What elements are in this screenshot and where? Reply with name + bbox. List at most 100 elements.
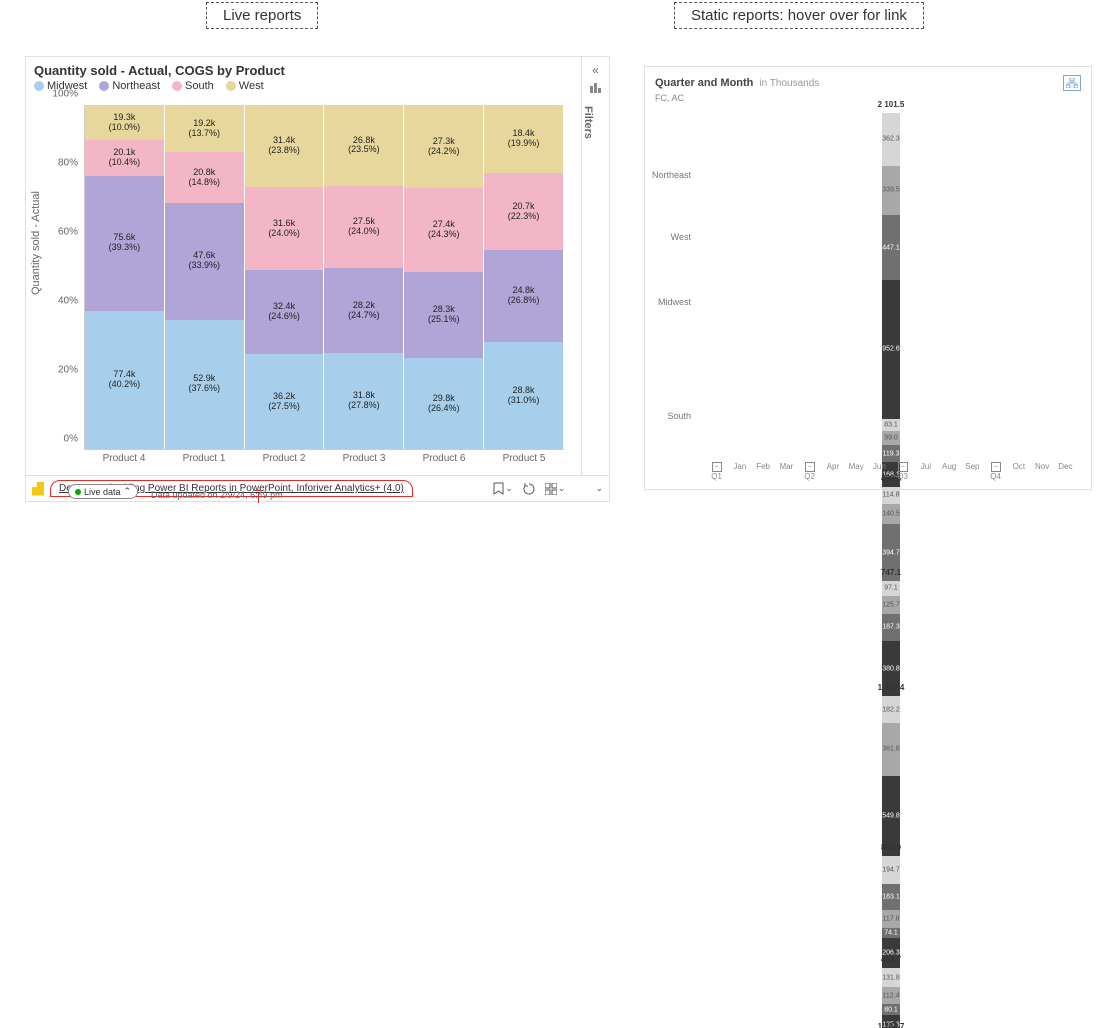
bar-segment[interactable]: 112.4 bbox=[882, 987, 900, 1003]
bar-segment[interactable]: 47.6k(33.9%) bbox=[165, 203, 244, 320]
x-tick: Apr bbox=[821, 462, 844, 482]
legend: Midwest Northeast South West bbox=[26, 80, 609, 98]
y-tick: 40% bbox=[58, 296, 78, 307]
stacked-bar-chart[interactable]: 77.4k(40.2%)75.6k(39.3%)20.1k(10.4%)19.3… bbox=[84, 105, 564, 450]
swatch-west bbox=[226, 81, 236, 91]
bar-segment[interactable]: 52.9k(37.6%) bbox=[165, 320, 244, 449]
reset-button[interactable] bbox=[523, 483, 535, 495]
annotation-marker bbox=[258, 493, 259, 503]
bar-segment[interactable]: 447.1 bbox=[882, 215, 900, 280]
bar-segment[interactable]: 117.8 bbox=[882, 910, 900, 927]
quarter-drill-icon[interactable]: − bbox=[805, 462, 815, 472]
bar-segment[interactable]: 27.5k(24.0%) bbox=[324, 186, 403, 269]
bar-column[interactable]: 77.4k(40.2%)75.6k(39.3%)20.1k(10.4%)19.3… bbox=[85, 105, 165, 449]
x-tick: Product 6 bbox=[404, 453, 484, 471]
bar-column[interactable]: 952.6447.1339.5362.32 101.5 bbox=[705, 113, 1077, 419]
bar-column[interactable]: 29.8k(26.4%)28.3k(25.1%)27.4k(24.3%)27.3… bbox=[404, 105, 484, 449]
section-header-static: Static reports: hover over for link bbox=[674, 2, 924, 29]
bar-segment[interactable]: 18.4k(19.9%) bbox=[484, 105, 563, 173]
bar-segment[interactable]: 339.5 bbox=[882, 166, 900, 215]
bar-total-label: 884.9 bbox=[881, 843, 901, 852]
quarter-drill-icon[interactable]: − bbox=[712, 462, 722, 472]
x-tick: Mar bbox=[775, 462, 798, 482]
bar-segment[interactable]: 27.3k(24.2%) bbox=[404, 105, 483, 188]
bars-icon bbox=[582, 83, 609, 96]
bar-segment[interactable]: 119.3 bbox=[882, 445, 900, 462]
bar-segment[interactable]: 31.8k(27.8%) bbox=[324, 353, 403, 449]
bar-segment[interactable]: 182.2 bbox=[882, 696, 900, 723]
filters-pane-collapsed[interactable]: « Filters bbox=[581, 57, 609, 477]
bar-segment[interactable]: 20.7k(22.3%) bbox=[484, 173, 563, 250]
static-report-card[interactable]: Quarter and Month in Thousands FC, AC No… bbox=[644, 66, 1092, 490]
bar-segment[interactable]: 28.8k(31.0%) bbox=[484, 342, 563, 449]
bar-segment[interactable]: 26.8k(23.5%) bbox=[324, 105, 403, 186]
bar-segment[interactable]: 952.6 bbox=[882, 280, 900, 419]
x-tick: Sep bbox=[961, 462, 984, 482]
bar-segment[interactable]: 131.8 bbox=[882, 968, 900, 987]
y-category-label: West bbox=[671, 232, 691, 242]
bar-segment[interactable]: 77.4k(40.2%) bbox=[85, 311, 164, 449]
bar-segment[interactable]: 31.4k(23.8%) bbox=[245, 105, 324, 187]
legend-item[interactable]: South bbox=[172, 80, 214, 92]
bar-segment[interactable]: 114.8 bbox=[882, 487, 900, 504]
bar-column[interactable]: 52.9k(37.6%)47.6k(33.9%)20.8k(14.8%)19.2… bbox=[165, 105, 245, 449]
y-axis-ticks: 0%20%40%60%80%100% bbox=[52, 105, 82, 450]
swatch-midwest bbox=[34, 81, 44, 91]
bookmark-button[interactable]: ⌄ bbox=[493, 482, 513, 495]
y-axis-category-labels: NortheastWestMidwestSouth bbox=[645, 113, 697, 457]
bar-segment[interactable]: 19.2k(13.7%) bbox=[165, 105, 244, 152]
layout-button[interactable]: ⌄ bbox=[545, 483, 566, 495]
x-tick: Feb bbox=[752, 462, 775, 482]
bar-column[interactable]: 394.7140.5114.8469.5 bbox=[705, 487, 1077, 582]
bar-segment[interactable]: 361.8 bbox=[882, 723, 900, 776]
bar-segment[interactable]: 75.6k(39.3%) bbox=[85, 176, 164, 311]
chart-title: Quarter and Month bbox=[655, 77, 753, 89]
bar-segment[interactable]: 83.1 bbox=[882, 419, 900, 431]
stacked-bar: 380.8187.3125.797.1 bbox=[882, 581, 900, 696]
bar-segment[interactable]: 29.8k(26.4%) bbox=[404, 358, 483, 449]
bar-segment[interactable]: 27.4k(24.3%) bbox=[404, 188, 483, 272]
x-tick: Product 5 bbox=[484, 453, 564, 471]
powerbi-logo-icon bbox=[32, 482, 44, 496]
legend-item[interactable]: West bbox=[226, 80, 264, 92]
bar-segment[interactable]: 28.2k(24.7%) bbox=[324, 268, 403, 353]
bar-column[interactable]: 135.380.1112.4131.8453.7 bbox=[705, 968, 1077, 1028]
bar-column[interactable]: 183.1194.7884.9 bbox=[705, 856, 1077, 911]
bar-segment[interactable]: 80.1 bbox=[882, 1004, 900, 1016]
stacked-column-chart[interactable]: 952.6447.1339.5362.32 101.5168.1119.399.… bbox=[705, 113, 1077, 457]
bar-segment[interactable]: 362.3 bbox=[882, 113, 900, 166]
bar-column[interactable]: 36.2k(27.5%)32.4k(24.6%)31.6k(24.0%)31.4… bbox=[245, 105, 325, 449]
quarter-drill-icon[interactable]: − bbox=[898, 462, 908, 472]
chevron-up-icon: ⌃ bbox=[124, 486, 132, 497]
collapse-icon[interactable]: « bbox=[582, 63, 609, 77]
stacked-bar: 394.7140.5114.8 bbox=[882, 487, 900, 582]
bar-segment[interactable]: 32.4k(24.6%) bbox=[245, 270, 324, 355]
bar-segment[interactable]: 194.7 bbox=[882, 856, 900, 884]
bar-segment[interactable]: 24.8k(26.8%) bbox=[484, 250, 563, 342]
bar-segment[interactable]: 183.1 bbox=[882, 884, 900, 911]
bar-segment[interactable]: 20.1k(10.4%) bbox=[85, 140, 164, 176]
hierarchy-icon[interactable] bbox=[1063, 75, 1081, 91]
bar-segment[interactable]: 125.7 bbox=[882, 596, 900, 614]
more-button[interactable]: ⌄ bbox=[595, 483, 603, 494]
bar-segment[interactable]: 99.0 bbox=[882, 431, 900, 445]
bar-segment[interactable]: 36.2k(27.5%) bbox=[245, 354, 324, 449]
chevron-down-icon: ⌄ bbox=[595, 483, 603, 494]
bar-segment[interactable]: 74.1 bbox=[882, 928, 900, 939]
bar-segment[interactable]: 28.3k(25.1%) bbox=[404, 272, 483, 358]
bar-segment[interactable]: 187.3 bbox=[882, 614, 900, 641]
bar-segment[interactable]: 19.3k(10.0%) bbox=[85, 105, 164, 139]
bar-column[interactable]: 31.8k(27.8%)28.2k(24.7%)27.5k(24.0%)26.8… bbox=[324, 105, 404, 449]
live-data-pill[interactable]: Live data ⌃ bbox=[68, 484, 138, 499]
y-tick: 60% bbox=[58, 227, 78, 238]
quarter-drill-icon[interactable]: − bbox=[991, 462, 1001, 472]
legend-item[interactable]: Northeast bbox=[99, 80, 160, 92]
x-tick: May bbox=[845, 462, 868, 482]
bar-column[interactable]: 549.8361.8182.21 289.4 bbox=[705, 696, 1077, 855]
bar-segment[interactable]: 20.8k(14.8%) bbox=[165, 152, 244, 203]
bar-column[interactable]: 28.8k(31.0%)24.8k(26.8%)20.7k(22.3%)18.4… bbox=[484, 105, 564, 449]
x-tick: Jan bbox=[728, 462, 751, 482]
bar-segment[interactable]: 97.1 bbox=[882, 581, 900, 595]
bar-segment[interactable]: 31.6k(24.0%) bbox=[245, 187, 324, 270]
bar-column[interactable]: 380.8187.3125.797.1747.1 bbox=[705, 581, 1077, 696]
